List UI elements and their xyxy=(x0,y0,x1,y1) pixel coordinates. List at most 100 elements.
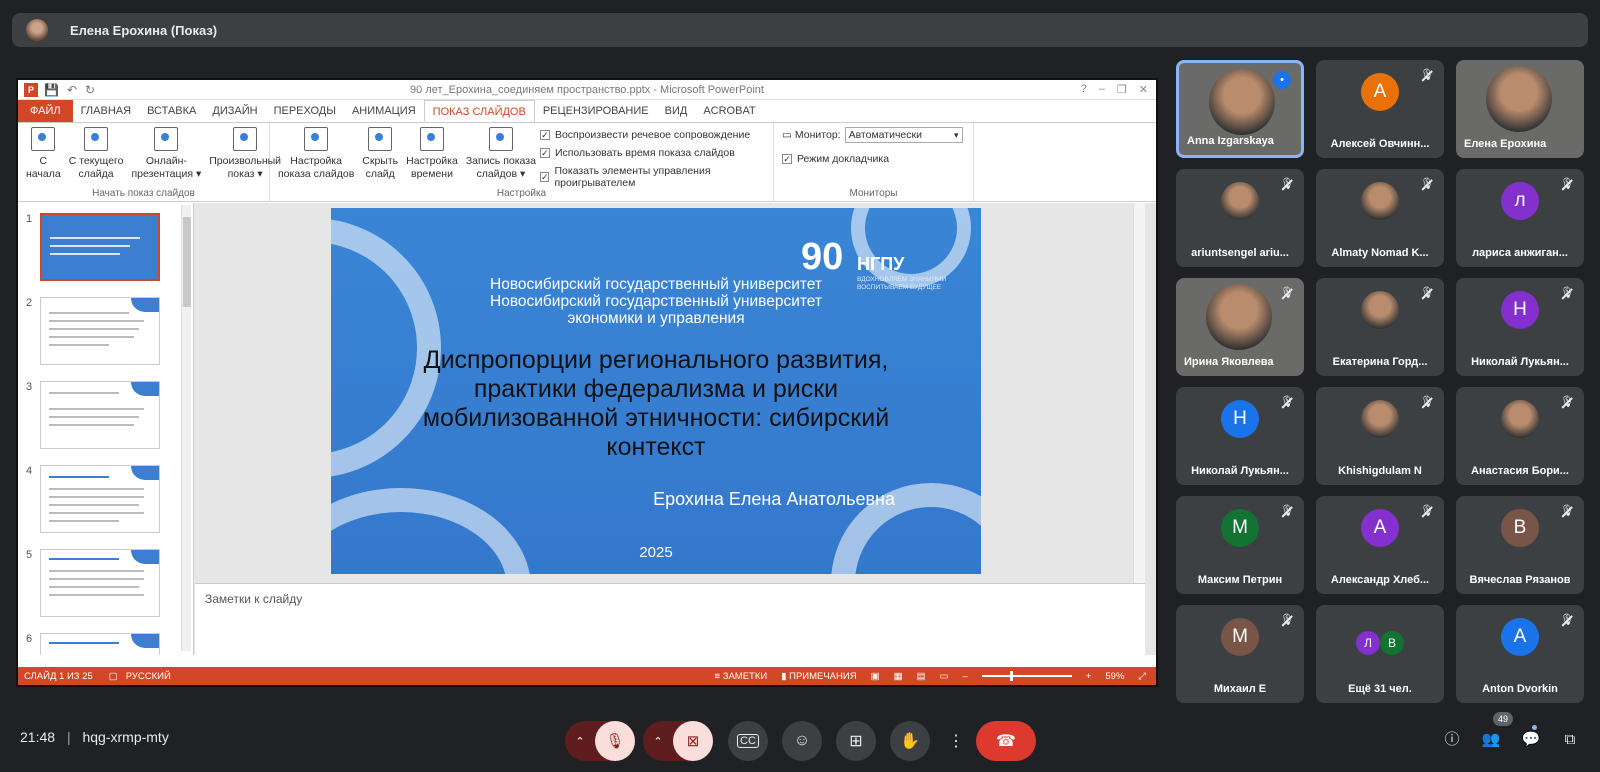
info-icon[interactable]: ⓘ xyxy=(1440,728,1464,752)
participant-tile[interactable]: А 🎙 Алексей Овчинн... xyxy=(1316,60,1444,158)
camera-control[interactable]: ⌃ ⊠ xyxy=(643,721,713,761)
participant-tile[interactable]: 🎙 Khishigdulam N xyxy=(1316,387,1444,485)
more-options-button[interactable]: ⋮ xyxy=(944,721,968,761)
participant-name: Ирина Яковлева xyxy=(1184,356,1274,368)
zoom-out-icon[interactable]: – xyxy=(963,671,968,682)
participant-tile[interactable]: Н 🎙 Николай Лукьян... xyxy=(1456,278,1584,376)
hide-slide-button[interactable]: Скрыть слайд xyxy=(358,127,402,185)
participant-tile[interactable]: А 🎙 Александр Хлеб... xyxy=(1316,496,1444,594)
meeting-info: 21:48 | hqg-xrmp-mty xyxy=(20,729,169,745)
normal-view-icon[interactable]: ▣ xyxy=(871,671,880,682)
narration-checkbox[interactable]: ✓ Воспроизвести речевое сопровождение xyxy=(539,129,769,141)
online-button[interactable]: Онлайн- презентация ▾ xyxy=(127,127,205,185)
editor-scrollbar[interactable] xyxy=(1133,203,1145,583)
presenter-view-checkbox[interactable]: ✓ Режим докладчика xyxy=(782,153,969,165)
tab-view[interactable]: ВИД xyxy=(657,100,696,122)
window-title: 90 лет_Ерохина_соединяем пространство.pp… xyxy=(410,83,764,96)
language-indicator[interactable]: РУССКИЙ xyxy=(126,671,171,682)
help-icon[interactable]: ? xyxy=(1081,83,1087,96)
timings-checkbox[interactable]: ✓ Использовать время показа слайдов xyxy=(539,147,769,159)
mic-off-icon[interactable]: 🎙 xyxy=(595,721,635,761)
presenter-name: Елена Ерохина (Показ) xyxy=(70,22,218,38)
present-button[interactable]: ⊞ xyxy=(836,721,876,761)
leave-call-button[interactable]: ☎ xyxy=(976,721,1036,761)
from-start-button[interactable]: С начала xyxy=(22,127,65,185)
thumbnail-row[interactable]: 4 xyxy=(18,455,193,539)
mic-control[interactable]: ⌃ 🎙 xyxy=(565,721,635,761)
mic-off-icon: 🎙 xyxy=(1560,287,1574,299)
participant-tile[interactable]: л 🎙 лариса анжиган... xyxy=(1456,169,1584,267)
notes-pane[interactable]: Заметки к слайду xyxy=(195,583,1145,655)
participant-tile[interactable]: 🎙 ariuntsengel ariu... xyxy=(1176,169,1304,267)
notes-toggle[interactable]: ≡ ЗАМЕТКИ xyxy=(715,671,768,682)
tab-acrobat[interactable]: ACROBAT xyxy=(695,100,763,122)
participant-tile[interactable]: • Anna Izgarskaya xyxy=(1176,60,1304,158)
camera-off-icon[interactable]: ⊠ xyxy=(673,721,713,761)
from-current-button[interactable]: С текущего слайда xyxy=(65,127,128,185)
participant-tile[interactable]: М 🎙 Михаил Е xyxy=(1176,605,1304,703)
activities-icon[interactable]: ⧉ xyxy=(1558,728,1582,752)
rehearse-timings-button[interactable]: Настройка времени xyxy=(402,127,462,185)
participant-name: Александр Хлеб... xyxy=(1330,574,1430,586)
participant-tile[interactable]: М 🎙 Максим Петрин xyxy=(1176,496,1304,594)
participant-tile[interactable]: 🎙 Екатерина Горд... xyxy=(1316,278,1444,376)
slide-thumbnail[interactable] xyxy=(40,297,160,365)
tab-file[interactable]: ФАЙЛ xyxy=(18,100,73,122)
fit-slide-icon[interactable]: ⤢ xyxy=(1138,671,1146,682)
slide-thumbnail[interactable] xyxy=(40,381,160,449)
thumbnail-row[interactable]: 1 xyxy=(18,203,193,287)
participant-tile[interactable]: 🎙 Анастасия Бори... xyxy=(1456,387,1584,485)
comments-toggle[interactable]: ▮ ПРИМЕЧАНИЯ xyxy=(781,671,856,682)
tab-design[interactable]: ДИЗАЙН xyxy=(204,100,265,122)
slide-thumbnail[interactable] xyxy=(40,213,160,281)
minimize-icon[interactable]: – xyxy=(1099,83,1105,96)
participant-tile[interactable]: 🎙 Ирина Яковлева xyxy=(1176,278,1304,376)
controls-checkbox[interactable]: ✓ Показать элементы управления проигрыват… xyxy=(539,165,769,189)
zoom-in-icon[interactable]: + xyxy=(1086,671,1092,682)
slide-editor: 90 НГПУ ВДОХНОВЛЯЕМ ЗНАНИЯМИ ВОСПИТЫВАЕМ… xyxy=(195,203,1145,583)
zoom-slider[interactable] xyxy=(981,671,1072,681)
slide-sorter-icon[interactable]: ▦ xyxy=(894,671,903,682)
chat-icon[interactable]: 💬 xyxy=(1519,728,1543,752)
raise-hand-button[interactable]: ✋ xyxy=(890,721,930,761)
setup-show-button[interactable]: Настройка показа слайдов xyxy=(274,127,358,185)
participant-name: Михаил Е xyxy=(1213,683,1267,695)
participant-tile[interactable]: Н 🎙 Николай Лукьян... xyxy=(1176,387,1304,485)
people-icon[interactable]: 👥 xyxy=(1479,728,1503,752)
participant-tile[interactable]: Л В Ещё 31 чел. xyxy=(1316,605,1444,703)
thumbnails-scrollbar[interactable] xyxy=(181,205,191,651)
record-show-button[interactable]: Запись показа слайдов ▾ xyxy=(462,127,540,185)
slide-year: 2025 xyxy=(639,544,673,561)
participant-tile[interactable]: Елена Ерохина xyxy=(1456,60,1584,158)
tab-review[interactable]: РЕЦЕНЗИРОВАНИЕ xyxy=(535,100,657,122)
thumbnail-row[interactable]: 6 xyxy=(18,623,193,655)
monitor-select[interactable]: Автоматически xyxy=(844,127,963,143)
current-slide[interactable]: 90 НГПУ ВДОХНОВЛЯЕМ ЗНАНИЯМИ ВОСПИТЫВАЕМ… xyxy=(331,208,981,574)
tab-transitions[interactable]: ПЕРЕХОДЫ xyxy=(266,100,344,122)
participant-tile[interactable]: 🎙 Almaty Nomad K... xyxy=(1316,169,1444,267)
close-icon[interactable]: ✕ xyxy=(1139,83,1148,96)
reading-view-icon[interactable]: ▤ xyxy=(917,671,926,682)
slide-thumbnail[interactable] xyxy=(40,633,160,655)
reactions-button[interactable]: ☺ xyxy=(782,721,822,761)
tab-insert[interactable]: ВСТАВКА xyxy=(139,100,204,122)
mic-options-chevron-icon[interactable]: ⌃ xyxy=(565,735,595,748)
thumbnail-row[interactable]: 3 xyxy=(18,371,193,455)
restore-icon[interactable]: ❐ xyxy=(1117,83,1127,96)
tab-home[interactable]: ГЛАВНАЯ xyxy=(73,100,139,122)
thumbnail-row[interactable]: 5 xyxy=(18,539,193,623)
zoom-level[interactable]: 59% xyxy=(1105,671,1124,682)
participant-tile[interactable]: В 🎙 Вячеслав Рязанов xyxy=(1456,496,1584,594)
meeting-code[interactable]: hqg-xrmp-mty xyxy=(82,729,168,745)
participant-tile[interactable]: A 🎙 Anton Dvorkin xyxy=(1456,605,1584,703)
slide-thumbnail[interactable] xyxy=(40,549,160,617)
slide-thumbnail[interactable] xyxy=(40,465,160,533)
slideshow-view-icon[interactable]: ▭ xyxy=(940,671,949,682)
tab-slideshow[interactable]: ПОКАЗ СЛАЙДОВ xyxy=(423,100,535,122)
tab-animation[interactable]: АНИМАЦИЯ xyxy=(344,100,424,122)
captions-button[interactable]: CC xyxy=(728,721,768,761)
thumbnail-row[interactable]: 2 xyxy=(18,287,193,371)
camera-options-chevron-icon[interactable]: ⌃ xyxy=(643,735,673,748)
scrollbar-thumb[interactable] xyxy=(183,217,191,307)
spellcheck-icon[interactable]: ▢ xyxy=(109,671,118,682)
